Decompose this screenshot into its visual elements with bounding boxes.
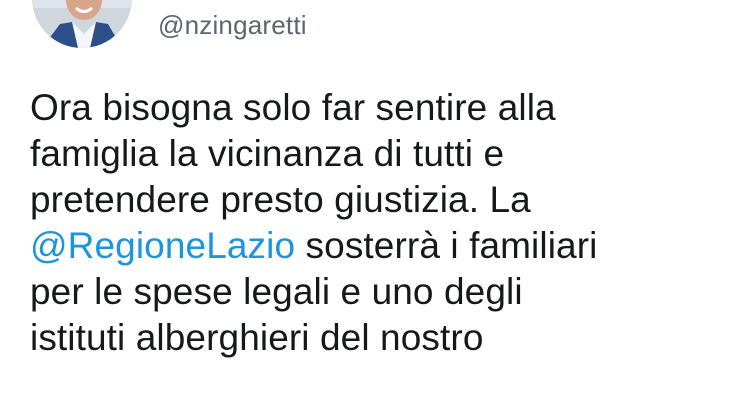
avatar[interactable] <box>32 0 132 48</box>
tweet-card: @nzingaretti Ora bisogna solo far sentir… <box>0 0 730 400</box>
tweet-text-line: famiglia la vicinanza di tutti e <box>30 131 720 177</box>
tweet-text-line: Ora bisogna solo far sentire alla <box>30 85 720 131</box>
tweet-text-segment: istituti alberghieri del nostro <box>30 317 484 358</box>
tweet-text-line: pretendere presto giustizia. La <box>30 177 720 223</box>
tweet-text-segment: pretendere presto giustizia. La <box>30 179 531 220</box>
tweet-text: Ora bisogna solo far sentire alla famigl… <box>30 85 720 361</box>
tweet-text-segment: per le spese legali e uno degli <box>30 271 523 312</box>
tweet-text-line: @RegioneLazio sosterrà i familiari <box>30 223 720 269</box>
mention-link-regione-lazio[interactable]: @RegioneLazio <box>30 225 295 266</box>
tweet-text-line: istituti alberghieri del nostro <box>30 315 720 361</box>
user-handle[interactable]: @nzingaretti <box>158 10 307 41</box>
tweet-text-segment: sosterrà i familiari <box>295 225 598 266</box>
tweet-text-line: per le spese legali e uno degli <box>30 269 720 315</box>
profile-photo-icon <box>32 0 132 48</box>
tweet-text-segment: Ora bisogna solo far sentire alla <box>30 87 556 128</box>
tweet-text-segment: famiglia la vicinanza di tutti e <box>30 133 505 174</box>
